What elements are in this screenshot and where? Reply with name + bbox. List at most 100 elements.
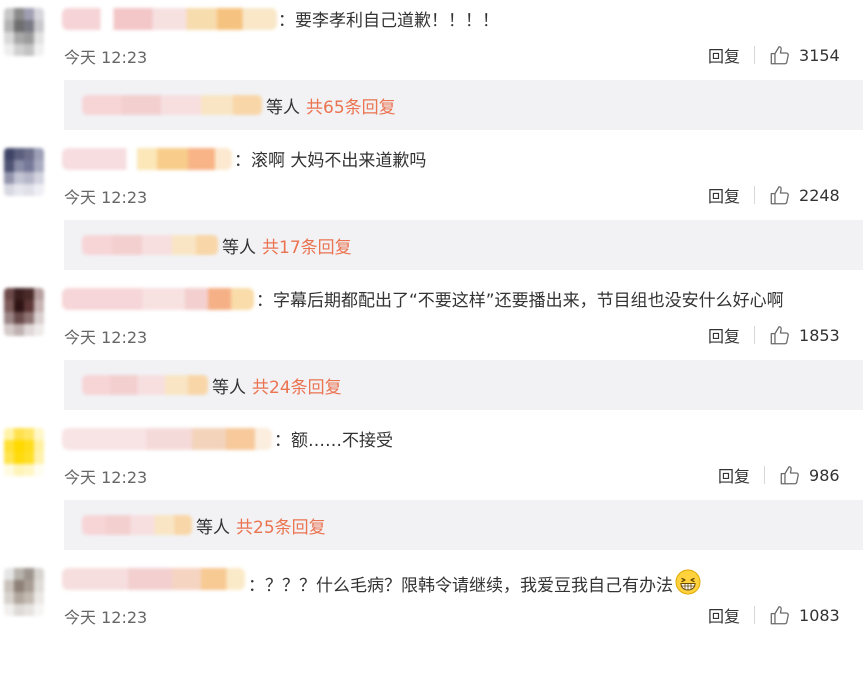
divider [754, 606, 756, 624]
avatar-pixel [24, 20, 34, 32]
reply-usernames-blurred [82, 515, 192, 535]
avatar-pixel [14, 160, 24, 172]
avatar-pixel [24, 452, 34, 464]
reply-button[interactable]: 回复 [708, 603, 740, 627]
avatar-pixel [34, 604, 44, 616]
avatar-pixel [24, 148, 34, 160]
reply-count-link[interactable]: 共25条回复 [236, 513, 326, 538]
replies-summary[interactable]: 等人 共65条回复 [64, 80, 863, 130]
reply-button[interactable]: 回复 [708, 43, 740, 67]
avatar-pixel [14, 428, 24, 440]
avatar[interactable] [4, 568, 44, 616]
avatar[interactable] [4, 8, 44, 56]
comment-text: ：？？？什么毛病？限韩令请继续，我爱豆我自己有办法 [248, 569, 701, 598]
thumbs-up-icon[interactable] [779, 464, 801, 486]
comment-text: ：额……不接受 [274, 431, 393, 451]
avatar-pixel [14, 464, 24, 476]
like-count: 986 [809, 465, 840, 485]
avatar[interactable] [4, 428, 44, 476]
avatar-pixel [24, 324, 34, 336]
avatar-pixel [4, 428, 14, 440]
replies-summary[interactable]: 等人 共17条回复 [64, 220, 863, 270]
reply-suffix: 等人 [266, 97, 300, 118]
username-blurred[interactable] [62, 288, 254, 310]
reply-count-link[interactable]: 共17条回复 [262, 233, 352, 258]
comment-text: ：字幕后期都配出了“不要这样”还要播出来，节目组也没安什么好心啊 [256, 291, 784, 311]
avatar-pixel [34, 172, 44, 184]
avatar-pixel [14, 440, 24, 452]
avatar-pixel [34, 148, 44, 160]
avatar-pixel [24, 604, 34, 616]
avatar-pixel [34, 32, 44, 44]
avatar-pixel [14, 172, 24, 184]
comment-actions: 回复 986 [718, 463, 840, 487]
avatar-pixel [34, 8, 44, 20]
comment-actions: 回复 2248 [708, 183, 840, 207]
avatar-pixel [24, 44, 34, 56]
avatar-pixel [14, 44, 24, 56]
reply-suffix: 等人 [222, 237, 256, 258]
avatar[interactable] [4, 288, 44, 336]
reply-count-link[interactable]: 共65条回复 [306, 93, 396, 118]
avatar-pixel [24, 428, 34, 440]
avatar-pixel [24, 300, 34, 312]
avatar-pixel [34, 160, 44, 172]
avatar-pixel [24, 172, 34, 184]
like-count: 3154 [799, 45, 840, 65]
avatar-pixel [24, 464, 34, 476]
avatar-pixel [14, 452, 24, 464]
thumbs-up-icon[interactable] [769, 44, 791, 66]
avatar-pixel [4, 312, 14, 324]
replies-summary[interactable]: 等人 共25条回复 [64, 500, 863, 550]
thumbs-up-icon[interactable] [769, 184, 791, 206]
thumbs-up-icon[interactable] [769, 604, 791, 626]
avatar-pixel [14, 580, 24, 592]
avatar-pixel [4, 440, 14, 452]
reply-button[interactable]: 回复 [708, 183, 740, 207]
avatar-pixel [4, 592, 14, 604]
avatar-pixel [14, 288, 24, 300]
avatar-pixel [34, 20, 44, 32]
avatar[interactable] [4, 148, 44, 196]
avatar-pixel [4, 464, 14, 476]
username-blurred[interactable] [62, 428, 272, 450]
comment-time: 今天 12:23 [64, 48, 148, 67]
comment-actions: 回复 1083 [708, 603, 840, 627]
username-blurred[interactable] [62, 8, 277, 30]
comment-time: 今天 12:23 [64, 328, 148, 347]
avatar-pixel [14, 300, 24, 312]
avatar-pixel [34, 44, 44, 56]
avatar-pixel [34, 324, 44, 336]
avatar-pixel [34, 428, 44, 440]
avatar-pixel [34, 452, 44, 464]
divider [764, 466, 766, 484]
reply-count-link[interactable]: 共24条回复 [252, 373, 342, 398]
avatar-pixel [24, 32, 34, 44]
grin-emoji-icon [675, 569, 701, 595]
comment-actions: 回复 1853 [708, 323, 840, 347]
avatar-pixel [24, 160, 34, 172]
like-count: 1083 [799, 605, 840, 625]
divider [754, 186, 756, 204]
avatar-pixel [14, 32, 24, 44]
avatar-pixel [34, 464, 44, 476]
reply-button[interactable]: 回复 [708, 323, 740, 347]
username-blurred[interactable] [62, 568, 245, 590]
avatar-pixel [34, 312, 44, 324]
like-count: 1853 [799, 325, 840, 345]
avatar-pixel [14, 568, 24, 580]
comment-actions: 回复 3154 [708, 43, 840, 67]
avatar-pixel [24, 592, 34, 604]
avatar-pixel [24, 184, 34, 196]
avatar-pixel [4, 172, 14, 184]
replies-summary[interactable]: 等人 共24条回复 [64, 360, 863, 410]
avatar-pixel [14, 324, 24, 336]
avatar-pixel [4, 32, 14, 44]
avatar-pixel [14, 8, 24, 20]
avatar-pixel [24, 580, 34, 592]
reply-button[interactable]: 回复 [718, 463, 750, 487]
username-blurred[interactable] [62, 148, 232, 170]
like-count: 2248 [799, 185, 840, 205]
thumbs-up-icon[interactable] [769, 324, 791, 346]
avatar-pixel [4, 300, 14, 312]
